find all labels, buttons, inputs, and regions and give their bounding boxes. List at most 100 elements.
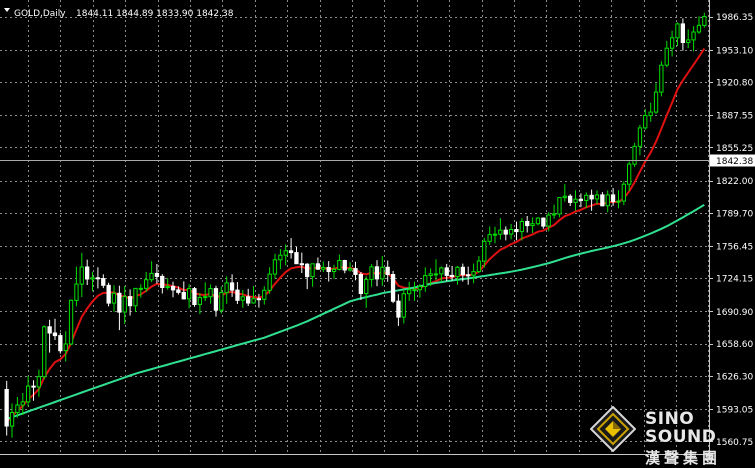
price-tick-label: 1887.55 (716, 112, 753, 122)
candle (58, 332, 63, 354)
candle-body (637, 127, 643, 147)
candle-body (546, 214, 551, 227)
candle-body (154, 272, 160, 277)
candle-body (509, 229, 514, 235)
price-tick-label: 1724.15 (716, 275, 753, 285)
candle-body (149, 272, 154, 281)
candle-body (101, 278, 106, 286)
candle-body (315, 263, 321, 270)
candle-body (412, 289, 417, 292)
candle-body (20, 401, 25, 406)
candle-body (364, 278, 369, 294)
candle-body (605, 194, 610, 207)
candle-body (541, 217, 546, 227)
candle-body (482, 240, 487, 262)
candle-body (702, 16, 707, 26)
candle-body (519, 221, 525, 233)
candle-body (79, 266, 84, 285)
candle-body (627, 163, 632, 185)
candle (557, 197, 562, 218)
price-tick-label: 1855.25 (716, 144, 753, 154)
candle-body (235, 289, 240, 301)
candle-body (213, 288, 219, 311)
candle-body (305, 263, 310, 278)
sino-sound-logo-icon (589, 405, 637, 453)
candle-body (578, 198, 584, 201)
candle-body (589, 194, 594, 200)
candle-body (557, 197, 562, 215)
candle-body (573, 198, 578, 203)
candle-body (390, 274, 396, 302)
candle-body (433, 273, 439, 276)
price-tick-label: 1756.45 (716, 243, 753, 253)
candle-body (444, 267, 449, 276)
candle-body (219, 292, 224, 311)
candle-body (203, 296, 208, 299)
candle-body (503, 229, 508, 235)
candle-body (111, 292, 117, 304)
candle-body (42, 326, 47, 378)
candle-body (691, 31, 696, 41)
candle-body (138, 287, 143, 290)
candle-body (675, 23, 680, 39)
candle-body (616, 200, 621, 203)
candle-body (85, 266, 90, 280)
symbol-label: GOLD,Daily (14, 9, 66, 19)
candle-body (417, 286, 423, 291)
logo-name-en: SINO SOUND (645, 409, 717, 447)
candle-body (326, 267, 331, 272)
candle-body (337, 260, 342, 270)
candle-body (648, 111, 653, 117)
candle-body (9, 412, 15, 427)
candle-body (659, 64, 664, 93)
candle-body (535, 217, 541, 225)
candle-body (331, 268, 337, 272)
candle-body (267, 273, 272, 291)
candle-body (449, 274, 455, 278)
candle (659, 61, 664, 97)
candle-body (127, 296, 133, 307)
candle-body (106, 284, 111, 304)
candle-body (310, 263, 315, 278)
candle-body (240, 296, 245, 301)
candle-body (224, 282, 229, 294)
candle-body (181, 291, 186, 300)
candle-body (696, 24, 702, 33)
candle-body (278, 254, 283, 261)
ohlc-values: 1844.11 1844.89 1833.90 1842.38 (76, 9, 234, 19)
price-chart[interactable]: 1986.35 1953.10 1920.80 1887.55 1855.25 1822.… (0, 0, 755, 458)
candle (68, 299, 74, 346)
candle-body (476, 260, 482, 273)
candle-body (600, 194, 605, 207)
candle-body (487, 234, 492, 242)
candle-body (358, 273, 364, 294)
candle-body (342, 260, 347, 271)
price-tick-label: 1690.90 (716, 308, 753, 318)
candle-body (63, 343, 68, 352)
candle-body (396, 300, 401, 318)
price-tick-label: 1658.60 (716, 340, 753, 350)
candle-body (294, 252, 299, 265)
candle-body (15, 404, 20, 413)
candle (390, 270, 396, 304)
candle-body (95, 277, 100, 280)
candle-body (407, 289, 412, 295)
candle-body (117, 292, 122, 313)
candle-body (568, 195, 573, 203)
candle-body (455, 266, 460, 278)
sino-sound-logo: SINO SOUND 漢聲集團 (645, 410, 755, 468)
candle-body (192, 288, 197, 306)
candle-body (498, 229, 503, 235)
candle-body (551, 213, 557, 216)
price-tick-label: 1986.35 (716, 13, 753, 23)
candle-body (385, 266, 390, 275)
candle-body (492, 233, 498, 236)
candle-body (584, 194, 589, 202)
candle-body (165, 285, 170, 288)
chart-header: GOLD,Daily 1844.11 1844.89 1833.90 1842.… (4, 8, 234, 19)
price-tick-label: 1953.10 (716, 46, 753, 56)
candle-body (176, 289, 181, 293)
candle-body (26, 385, 31, 403)
candle-body (653, 91, 659, 113)
candle (42, 325, 47, 380)
